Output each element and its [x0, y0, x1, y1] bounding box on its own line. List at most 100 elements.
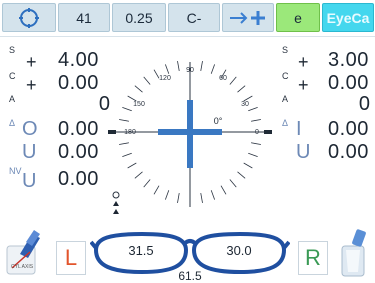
bottom-bar: CYL AXIS L 31.5 30.0 61.5 R [0, 226, 375, 283]
right-prism-v-value[interactable]: 0.00 [328, 141, 369, 164]
left-eye-button[interactable]: L [56, 241, 86, 275]
step-value: 0.25 [125, 9, 153, 26]
dial-tick [250, 142, 261, 145]
cylinder-value-button[interactable]: 41 [58, 3, 110, 32]
left-prism-v-arrow-icon: U [22, 141, 37, 163]
step-value-button[interactable]: 0.25 [112, 3, 166, 32]
dial-right-marker [264, 130, 272, 134]
left-pd-value[interactable]: 31.5 [116, 243, 166, 258]
cross-horizontal-bar [158, 129, 222, 135]
dial-triangle-up-icon-2 [113, 209, 119, 214]
e-label: e [294, 9, 302, 26]
left-prism-v-value[interactable]: 0.00 [58, 141, 99, 164]
right-prism-h-value[interactable]: 0.00 [328, 118, 369, 141]
dial-tick [177, 192, 180, 203]
dial-tick [177, 61, 180, 72]
dial-label-90: 90 [186, 67, 194, 74]
dial-tick [243, 162, 253, 169]
transpose-button[interactable] [222, 3, 274, 32]
dial-tick [127, 162, 137, 169]
right-cyl-sign: + [298, 75, 309, 95]
right-axis-label: A [282, 94, 289, 104]
dial-label-0: 0 [255, 129, 259, 136]
dial-tick [229, 179, 237, 188]
right-eye-button[interactable]: R [298, 241, 328, 275]
eyecare-label: EyeCa [326, 9, 370, 26]
dial-left-marker [108, 130, 116, 134]
right-prism-v-arrow-icon: U [296, 141, 311, 163]
left-prism-label: Δ [9, 118, 16, 128]
toolbar-divider [0, 36, 375, 37]
eyedropper-icon [341, 229, 366, 277]
left-prism-h-value[interactable]: 0.00 [58, 118, 99, 141]
dial-tick [248, 106, 258, 112]
right-cyl-value[interactable]: 0.00 [328, 72, 369, 95]
dial-tick [210, 64, 216, 74]
cyl-axis-tool-label: CYL AXIS [11, 264, 34, 270]
left-nv-value[interactable]: 0.00 [58, 168, 99, 191]
left-sph-value[interactable]: 4.00 [58, 49, 99, 72]
total-pd-value: 61.5 [178, 269, 202, 283]
left-cyl-value[interactable]: 0.00 [58, 72, 99, 95]
left-cyl-sign: + [26, 75, 37, 95]
dial-tick [134, 171, 143, 179]
dial-tick [143, 76, 151, 85]
dial-tick [237, 171, 246, 179]
left-prism-h-arrow-icon: O [22, 118, 38, 140]
dial-degree-readout: 0° [214, 116, 223, 126]
dial-tick [200, 192, 203, 203]
right-sph-value[interactable]: 3.00 [328, 49, 369, 72]
target-mode-button[interactable] [2, 3, 56, 32]
dial-tick [119, 119, 130, 122]
dial-triangle-up-icon [113, 201, 119, 206]
right-sph-label: S [282, 45, 289, 55]
dial-label-150: 150 [133, 101, 145, 108]
top-toolbar: 41 0.25 C- e EyeCa [0, 0, 375, 36]
target-circle-icon [19, 7, 39, 28]
left-nv-label: NV [9, 166, 22, 176]
right-prism-h-arrow-icon: I [296, 118, 302, 140]
dial-tick [153, 185, 160, 195]
right-pd-value[interactable]: 30.0 [214, 243, 264, 258]
dial-tick [164, 190, 170, 200]
dial-tick [220, 185, 227, 195]
dial-tick [143, 179, 151, 188]
right-eye-button-label: R [305, 245, 321, 270]
right-sph-sign: + [298, 52, 309, 72]
eyedrop-tool-button[interactable] [336, 228, 372, 278]
dial-tick [229, 76, 237, 85]
left-eye-button-label: L [64, 245, 78, 270]
dial-label-60: 60 [219, 75, 227, 82]
dial-tick [200, 61, 203, 72]
left-sph-sign: + [26, 52, 37, 72]
dial-circle-marker-icon [112, 191, 120, 199]
dial-tick [248, 152, 258, 158]
cyl-sign-label: C- [186, 9, 202, 26]
left-sph-label: S [9, 45, 16, 55]
dial-tick [210, 190, 216, 200]
right-cyl-label: C [282, 71, 289, 81]
dial-tick [250, 119, 261, 122]
dial-tick [122, 152, 132, 158]
cyl-sign-button[interactable]: C- [168, 3, 220, 32]
dial-tick [122, 106, 132, 112]
cyl-axis-tool-button[interactable]: CYL AXIS [6, 228, 46, 278]
cylinder-value: 41 [76, 9, 92, 26]
right-axis-value[interactable]: 0 [330, 93, 370, 116]
arrow-plus-icon [230, 10, 265, 25]
left-axis-value[interactable]: 0 [70, 93, 110, 116]
cyl-axis-tool-icon [6, 230, 40, 275]
left-axis-label: A [9, 94, 16, 104]
right-prism-label: Δ [282, 118, 289, 128]
dial-tick [134, 85, 143, 93]
axis-dial[interactable]: 90 120 60 150 30 180 0 0° [105, 42, 275, 222]
dial-label-120: 120 [159, 75, 171, 82]
eyecare-button[interactable]: EyeCa [322, 3, 374, 32]
dial-tick [119, 142, 130, 145]
e-button[interactable]: e [276, 3, 320, 32]
dial-label-30: 30 [241, 101, 249, 108]
dial-tick [237, 85, 246, 93]
left-nv-arrow-icon: U [22, 170, 37, 192]
left-cyl-label: C [9, 71, 16, 81]
dial-tick [164, 64, 170, 74]
